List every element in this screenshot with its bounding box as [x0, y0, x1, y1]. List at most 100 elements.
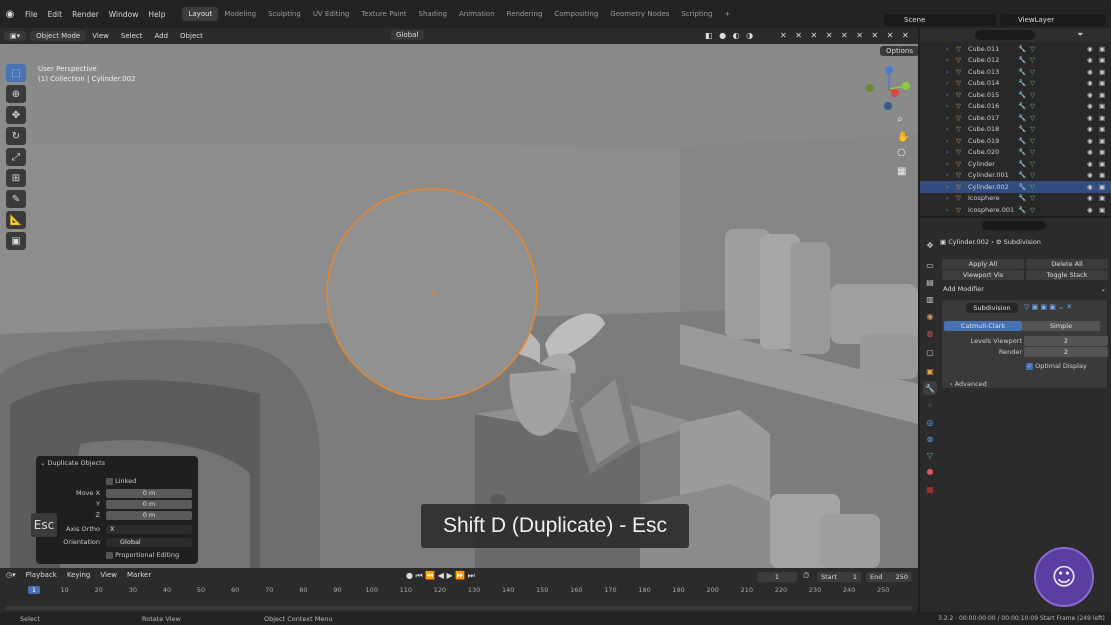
- tab-rendering[interactable]: Rendering: [501, 7, 549, 21]
- render-levels-field[interactable]: 2: [1024, 347, 1108, 357]
- zoom-icon[interactable]: ⌕: [897, 114, 903, 125]
- editor-type-button[interactable]: ◷▾: [6, 571, 16, 579]
- panel-header[interactable]: ⌄ Duplicate Objects: [40, 459, 202, 469]
- tab-scripting[interactable]: Scripting: [675, 7, 718, 21]
- tab-modeling[interactable]: Modeling: [218, 7, 262, 21]
- filter-icon[interactable]: ⏷: [1077, 30, 1083, 40]
- visibility-eye-icon[interactable]: ◉: [1087, 56, 1093, 64]
- playback-menu[interactable]: Playback: [26, 571, 57, 579]
- tab-compositing[interactable]: Compositing: [548, 7, 604, 21]
- chevron-right-icon[interactable]: ›: [946, 206, 956, 214]
- cursor-tool-icon[interactable]: ⊕: [6, 85, 26, 103]
- render-camera-icon[interactable]: ▣: [1099, 91, 1105, 99]
- frame-ruler[interactable]: 1 10 20 30 40 50 60 70 80 90 100 110 120 130 140 150 160…: [0, 586, 918, 598]
- render-camera-icon[interactable]: ▣: [1099, 183, 1105, 191]
- camera-icon[interactable]: ⎔: [897, 148, 906, 159]
- outliner-item[interactable]: › ▽ Cube.016 🔧 ▽ ◉ ▣: [920, 101, 1111, 113]
- pan-hand-icon[interactable]: ✋: [897, 132, 909, 143]
- apply-all-button[interactable]: Apply All: [942, 259, 1024, 269]
- constraints-tab-icon[interactable]: ⊗: [923, 432, 937, 446]
- menu-help[interactable]: Help: [143, 10, 170, 19]
- simple-button[interactable]: Simple: [1022, 321, 1100, 331]
- toggle-stack-button[interactable]: Toggle Stack: [1026, 270, 1108, 280]
- outliner-item[interactable]: › ▽ Cube.020 🔧 ▽ ◉ ▣: [920, 147, 1111, 159]
- annotate-tool-icon[interactable]: ✎: [6, 190, 26, 208]
- render-camera-icon[interactable]: ▣: [1099, 148, 1105, 156]
- visibility-eye-icon[interactable]: ◉: [1087, 206, 1093, 214]
- menu-view[interactable]: View: [86, 32, 115, 40]
- menu-file[interactable]: File: [20, 10, 43, 19]
- render-camera-icon[interactable]: ▣: [1099, 171, 1105, 179]
- move-tool-icon[interactable]: ✥: [6, 106, 26, 124]
- z-field[interactable]: 0 m: [106, 511, 192, 520]
- visibility-eye-icon[interactable]: ◉: [1087, 171, 1093, 179]
- tab-sculpting[interactable]: Sculpting: [262, 7, 307, 21]
- gizmo-toggle-icons[interactable]: ✕ ✕ ✕ ✕ ✕ ✕ ✕ ✕ ✕: [780, 31, 912, 40]
- outliner-item[interactable]: › ▽ Icosphere 🔧 ▽ ◉ ▣: [920, 193, 1111, 205]
- tool-tab-icon[interactable]: ✥: [923, 238, 937, 252]
- render-camera-icon[interactable]: ▣: [1099, 125, 1105, 133]
- chevron-right-icon[interactable]: ›: [946, 56, 956, 64]
- collection-tab-icon[interactable]: ▢: [923, 345, 937, 359]
- chevron-right-icon[interactable]: ›: [946, 183, 956, 191]
- visibility-eye-icon[interactable]: ◉: [1087, 91, 1093, 99]
- outliner-item[interactable]: › ▽ Icosphere.001 🔧 ▽ ◉ ▣: [920, 204, 1111, 216]
- visibility-eye-icon[interactable]: ◉: [1087, 79, 1093, 87]
- chevron-right-icon[interactable]: ›: [946, 194, 956, 202]
- tab-geometry-nodes[interactable]: Geometry Nodes: [604, 7, 675, 21]
- menu-edit[interactable]: Edit: [43, 10, 68, 19]
- optimal-display-checkbox[interactable]: ✓ Optimal Display: [1026, 362, 1087, 370]
- outliner-item[interactable]: › ▽ Cube.012 🔧 ▽ ◉ ▣: [920, 55, 1111, 67]
- delete-all-button[interactable]: Delete All: [1026, 259, 1108, 269]
- scene-tab-icon[interactable]: ◉: [923, 309, 937, 323]
- transform-tool-icon[interactable]: ⊞: [6, 169, 26, 187]
- add-cube-tool-icon[interactable]: ▣: [6, 232, 26, 250]
- navigation-gizmo-icon[interactable]: [864, 64, 914, 114]
- outliner-item[interactable]: › ▽ Cube.013 🔧 ▽ ◉ ▣: [920, 66, 1111, 78]
- chevron-right-icon[interactable]: ›: [946, 160, 956, 168]
- world-tab-icon[interactable]: ◍: [923, 326, 937, 340]
- visibility-eye-icon[interactable]: ◉: [1087, 114, 1093, 122]
- tab-uv-editing[interactable]: UV Editing: [307, 7, 356, 21]
- render-camera-icon[interactable]: ▣: [1099, 56, 1105, 64]
- chevron-right-icon[interactable]: ›: [946, 125, 956, 133]
- tab-layout[interactable]: Layout: [182, 7, 219, 21]
- outliner-item[interactable]: › ▽ Cube.011 🔧 ▽ ◉ ▣: [920, 43, 1111, 55]
- menu-render[interactable]: Render: [67, 10, 104, 19]
- render-camera-icon[interactable]: ▣: [1099, 137, 1105, 145]
- viewlayer-selector[interactable]: ViewLayer: [1000, 14, 1106, 26]
- visibility-eye-icon[interactable]: ◉: [1087, 137, 1093, 145]
- chevron-right-icon[interactable]: ›: [946, 68, 956, 76]
- menu-window[interactable]: Window: [104, 10, 144, 19]
- end-frame-field[interactable]: End 250: [866, 572, 912, 582]
- measure-tool-icon[interactable]: 📐: [6, 211, 26, 229]
- chevron-right-icon[interactable]: ›: [946, 91, 956, 99]
- props-search-input[interactable]: [982, 221, 1046, 230]
- menu-object[interactable]: Object: [174, 32, 209, 40]
- select-box-tool-icon[interactable]: ⬚: [6, 64, 26, 82]
- visibility-eye-icon[interactable]: ◉: [1087, 102, 1093, 110]
- tab-animation[interactable]: Animation: [453, 7, 501, 21]
- viewport-vis-button[interactable]: Viewport Vis: [942, 270, 1024, 280]
- visibility-eye-icon[interactable]: ◉: [1087, 160, 1093, 168]
- y-field[interactable]: 0 m: [106, 500, 192, 509]
- stopwatch-icon[interactable]: ⏱: [803, 571, 809, 581]
- chevron-right-icon[interactable]: ›: [946, 102, 956, 110]
- particles-tab-icon[interactable]: ⁘: [923, 398, 937, 412]
- render-camera-icon[interactable]: ▣: [1099, 68, 1105, 76]
- keying-menu[interactable]: Keying: [67, 571, 91, 579]
- render-camera-icon[interactable]: ▣: [1099, 194, 1105, 202]
- outliner-item[interactable]: › ▽ Cube.019 🔧 ▽ ◉ ▣: [920, 135, 1111, 147]
- transform-orientation-dropdown[interactable]: Global: [390, 30, 425, 40]
- visibility-eye-icon[interactable]: ◉: [1087, 45, 1093, 53]
- outliner-item[interactable]: › ▽ Cube.018 🔧 ▽ ◉ ▣: [920, 124, 1111, 136]
- modifier-tab-icon[interactable]: 🔧: [923, 381, 937, 395]
- render-tab-icon[interactable]: ▭: [923, 258, 937, 272]
- grid-view-icon[interactable]: ▦: [897, 166, 906, 177]
- chevron-right-icon[interactable]: ›: [946, 137, 956, 145]
- data-tab-icon[interactable]: ▽: [923, 448, 937, 462]
- render-camera-icon[interactable]: ▣: [1099, 45, 1105, 53]
- linked-checkbox[interactable]: Linked: [106, 477, 268, 487]
- catmull-clark-button[interactable]: Catmull-Clark: [944, 321, 1022, 331]
- outliner-item[interactable]: › ▽ Cylinder.002 🔧 ▽ ◉ ▣: [920, 181, 1111, 193]
